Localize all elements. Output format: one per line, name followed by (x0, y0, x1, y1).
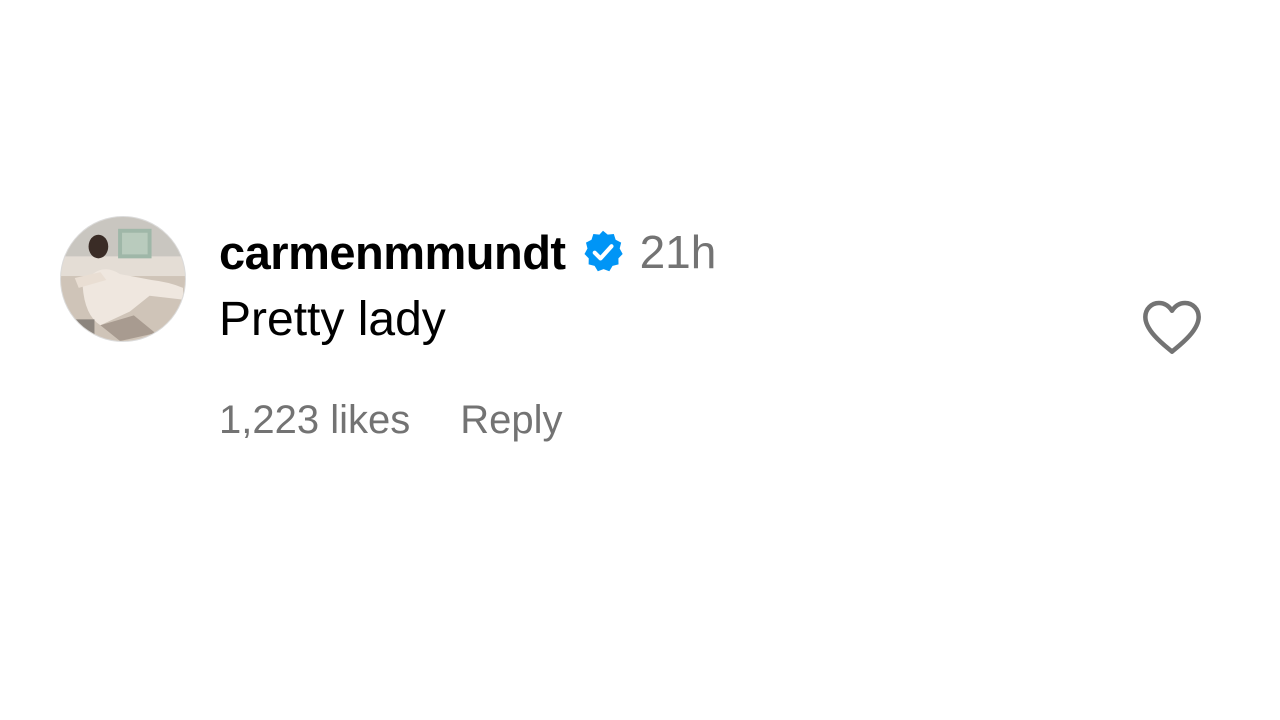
comment-text: Pretty lady (219, 293, 446, 346)
comment-meta: 1,223 likes Reply (219, 398, 563, 443)
verified-badge-icon (580, 229, 626, 275)
avatar-photo (61, 217, 185, 341)
like-button[interactable] (1140, 297, 1204, 357)
heart-outline-icon (1143, 300, 1201, 354)
reply-button[interactable]: Reply (460, 398, 562, 443)
username[interactable]: carmenmmundt (219, 225, 566, 280)
avatar[interactable] (60, 216, 186, 342)
likes-count[interactable]: 1,223 likes (219, 398, 410, 443)
comment-timestamp[interactable]: 21h (640, 225, 717, 279)
comment-item: carmenmmundt 21h Pretty lady 1,223 likes… (0, 0, 1280, 720)
comment-header: carmenmmundt 21h (219, 222, 716, 282)
